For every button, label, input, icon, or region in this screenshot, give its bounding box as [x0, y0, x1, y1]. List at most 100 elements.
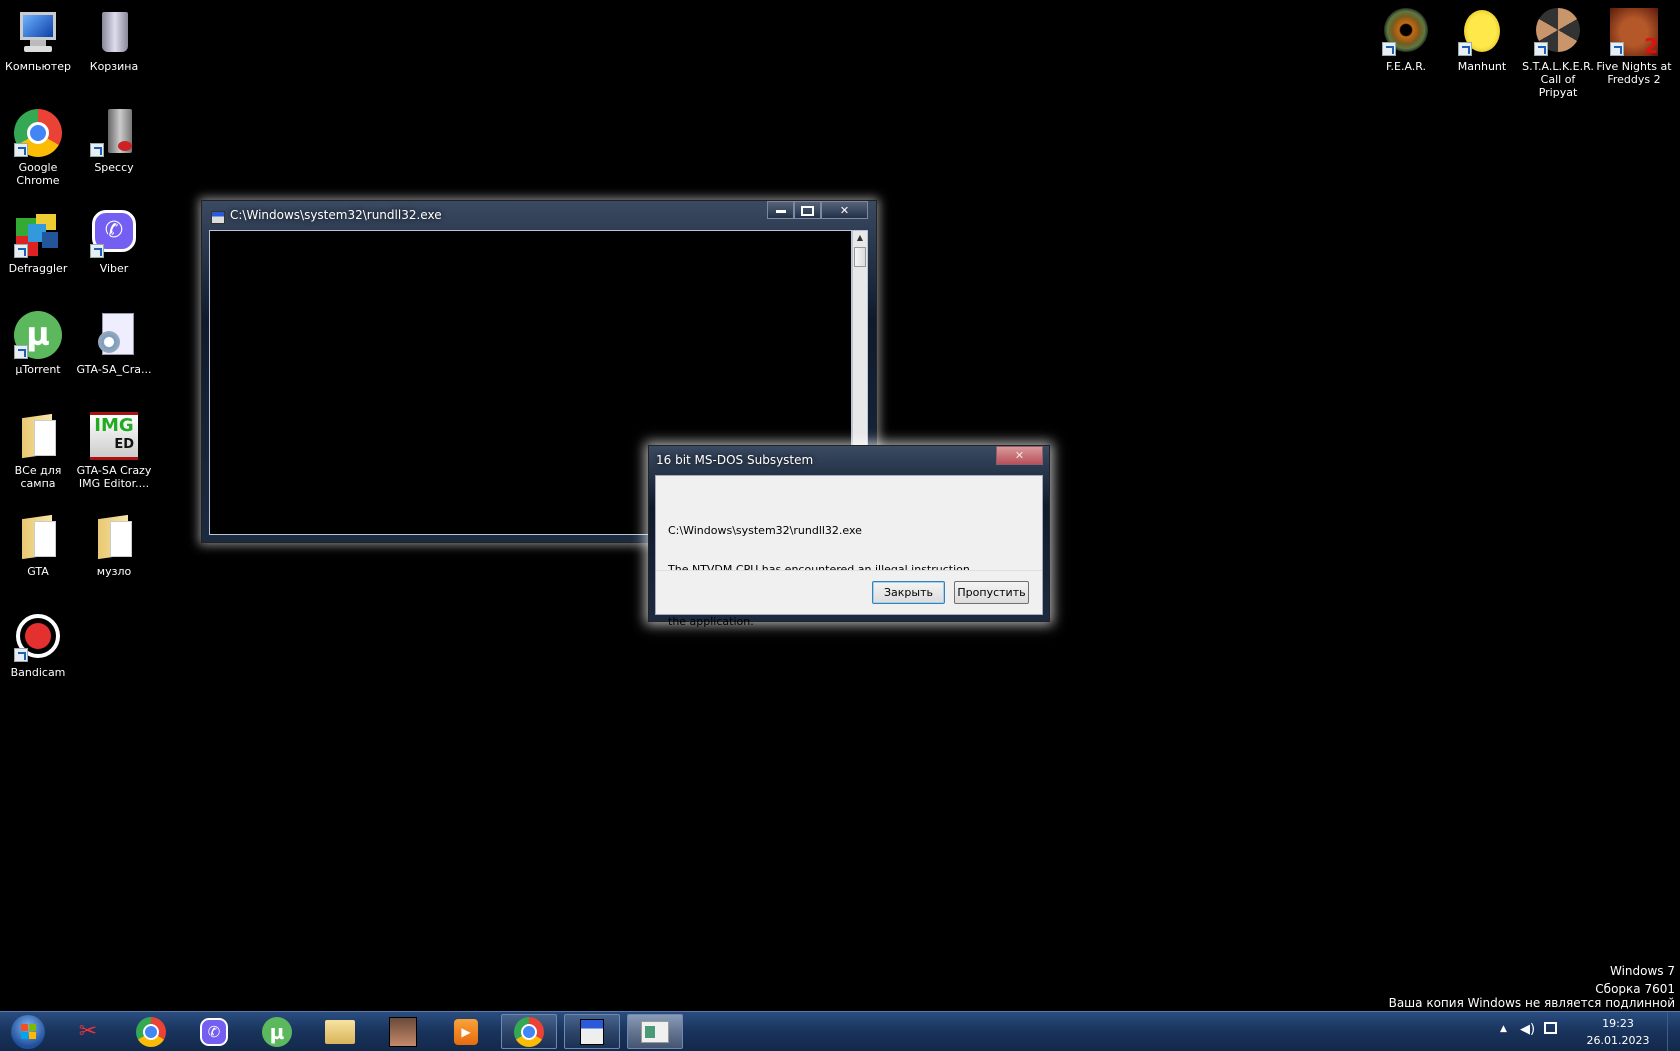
shortcut-arrow-icon	[90, 244, 104, 258]
show-desktop-button[interactable]	[1667, 1012, 1680, 1051]
icon-label: Корзина	[89, 60, 139, 73]
taskbar-chrome[interactable]	[123, 1014, 179, 1049]
taskbar-media-player[interactable]: ▶	[438, 1014, 494, 1049]
taskbar: ✂ ✆ µ ▶ ▲ ◀) 19:23 26.01.2023	[0, 1011, 1680, 1051]
defraggler-icon	[14, 210, 62, 258]
maximize-icon	[801, 206, 814, 216]
stalker-icon	[1534, 8, 1582, 56]
volume-icon[interactable]: ◀)	[1520, 1022, 1535, 1037]
desktop-icon-folder-gta[interactable]: GTA	[0, 505, 76, 578]
icon-label: GTA	[27, 565, 49, 578]
desktop-icon-chrome[interactable]: Google Chrome	[0, 101, 76, 187]
desktop-icon-bandicam[interactable]: Bandicam	[0, 606, 76, 679]
icon-label: Bandicam	[10, 666, 66, 679]
recycle-bin-icon	[90, 8, 138, 56]
taskbar-console-running[interactable]	[564, 1014, 620, 1049]
desktop-icon-gta-sa-config[interactable]: GTA-SA_Cra...	[76, 303, 152, 376]
windows-logo-icon	[11, 1014, 45, 1049]
folder-icon	[90, 513, 138, 561]
clock[interactable]: 19:23 26.01.2023	[1578, 1015, 1658, 1049]
clock-time: 19:23	[1602, 1017, 1634, 1030]
icon-label: Defraggler	[8, 262, 68, 275]
close-button[interactable]: ✕	[821, 201, 868, 219]
icon-label: F.E.A.R.	[1385, 60, 1427, 73]
speccy-icon	[90, 109, 138, 157]
genuine-warning: Ваша копия Windows не является подлинной	[1388, 996, 1675, 1010]
desktop-icon-manhunt[interactable]: Manhunt	[1444, 0, 1520, 73]
close-icon: ✕	[839, 204, 850, 217]
dialog-button-row: Закрыть Пропустить	[656, 570, 1042, 614]
shortcut-arrow-icon	[1534, 42, 1548, 56]
skip-button[interactable]: Пропустить	[954, 581, 1029, 604]
folder-icon	[14, 513, 62, 561]
scroll-up-arrow-icon[interactable]: ▲	[853, 231, 867, 245]
desktop-icon-speccy[interactable]: Speccy	[76, 101, 152, 174]
minimize-button[interactable]	[767, 201, 794, 219]
bandicam-icon	[14, 614, 62, 662]
dialog-window-icon	[641, 1020, 669, 1043]
icon-label: GTA-SA_Cra...	[76, 363, 152, 376]
shortcut-arrow-icon	[1610, 42, 1624, 56]
desktop-icon-folder-muzlo[interactable]: музло	[76, 505, 152, 578]
shortcut-arrow-icon	[14, 244, 28, 258]
desktop-icon-folder-samp[interactable]: ВСе для сампа	[0, 404, 76, 490]
desktop-icon-defraggler[interactable]: Defraggler	[0, 202, 76, 275]
icon-label: Manhunt	[1457, 60, 1507, 73]
icon-label: GTA-SA Crazy IMG Editor....	[76, 464, 152, 490]
folder-icon	[325, 1019, 355, 1044]
taskbar-chrome-running[interactable]	[501, 1014, 557, 1049]
chrome-icon	[514, 1016, 544, 1047]
icon-label: ВСе для сампа	[14, 464, 62, 490]
desktop-icon-img-editor[interactable]: IMG ED GTA-SA Crazy IMG Editor....	[76, 404, 152, 490]
taskbar-explorer[interactable]	[312, 1014, 368, 1049]
taskbar-game[interactable]	[375, 1014, 431, 1049]
taskbar-snipping-tool[interactable]: ✂	[60, 1014, 116, 1049]
error-dialog[interactable]: 16 bit MS-DOS Subsystem ✕ C:\Windows\sys…	[648, 445, 1050, 628]
img-editor-icon: IMG ED	[90, 412, 138, 460]
manhunt-icon	[1458, 8, 1506, 56]
shortcut-arrow-icon	[90, 143, 104, 157]
icon-label: Speccy	[94, 161, 134, 174]
maximize-button[interactable]	[794, 201, 821, 219]
taskbar-viber[interactable]: ✆	[186, 1014, 242, 1049]
folder-icon	[14, 412, 62, 460]
icon-label: Five Nights at Freddys 2	[1596, 60, 1672, 86]
desktop-icon-recycle-bin[interactable]: Корзина	[76, 0, 152, 73]
start-button[interactable]	[4, 1014, 52, 1049]
console-app-icon	[211, 211, 225, 224]
close-icon: ✕	[1014, 449, 1025, 462]
taskbar-utorrent[interactable]: µ	[249, 1014, 305, 1049]
fear-icon	[1382, 8, 1430, 56]
viber-icon: ✆	[200, 1017, 228, 1046]
desktop-icon-stalker[interactable]: S.T.A.L.K.E.R. Call of Pripyat	[1520, 0, 1596, 99]
close-app-button[interactable]: Закрыть	[872, 581, 945, 604]
computer-icon	[14, 8, 62, 56]
desktop-icon-computer[interactable]: Компьютер	[0, 0, 76, 73]
utorrent-icon: µ	[262, 1016, 292, 1047]
message-line: C:\Windows\system32\rundll32.exe	[668, 524, 862, 537]
icon-label: S.T.A.L.K.E.R. Call of Pripyat	[1522, 60, 1594, 99]
chrome-icon	[136, 1016, 166, 1047]
desktop-icon-viber[interactable]: ✆ Viber	[76, 202, 152, 275]
icon-label: µTorrent	[15, 363, 61, 376]
dialog-close-button[interactable]: ✕	[996, 446, 1043, 465]
console-app-icon	[580, 1018, 604, 1045]
show-hidden-icons-button[interactable]: ▲	[1500, 1024, 1507, 1034]
windows-version: Windows 7	[1609, 964, 1675, 978]
dialog-title: 16 bit MS-DOS Subsystem	[656, 453, 814, 467]
icon-label: музло	[96, 565, 132, 578]
network-icon[interactable]	[1544, 1022, 1557, 1034]
taskbar-dialog-running[interactable]	[627, 1014, 683, 1049]
clock-date: 26.01.2023	[1586, 1034, 1650, 1047]
desktop-icon-fear[interactable]: F.E.A.R.	[1368, 0, 1444, 73]
fnaf2-icon: 2	[1610, 8, 1658, 56]
shortcut-arrow-icon	[14, 143, 28, 157]
window-title: C:\Windows\system32\rundll32.exe	[230, 208, 442, 222]
shortcut-arrow-icon	[14, 345, 28, 359]
desktop-icon-fnaf2[interactable]: 2 Five Nights at Freddys 2	[1596, 0, 1672, 86]
icon-label: Компьютер	[5, 60, 71, 73]
dialog-body: C:\Windows\system32\rundll32.exe The NTV…	[655, 475, 1043, 628]
scroll-thumb[interactable]	[854, 247, 866, 267]
desktop-icon-utorrent[interactable]: µ µTorrent	[0, 303, 76, 376]
snipping-tool-icon: ✂	[78, 1019, 98, 1044]
